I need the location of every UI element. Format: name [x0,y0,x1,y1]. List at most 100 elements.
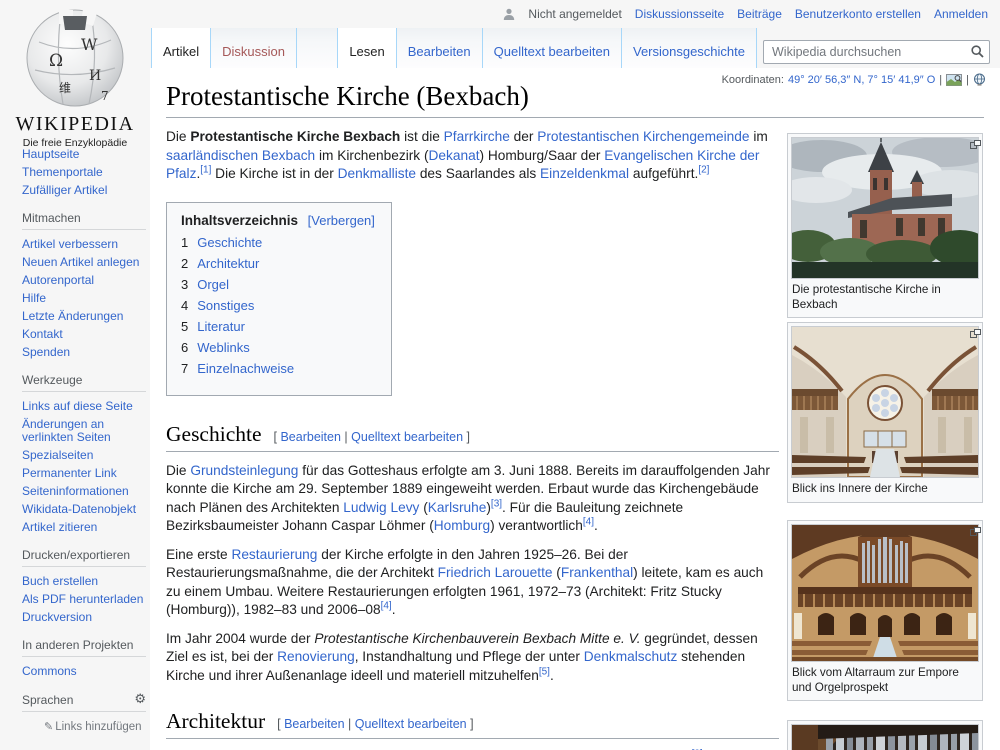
sidebar-link-commons[interactable]: Commons [22,664,77,678]
thumbnail-church-interior[interactable]: Blick ins Innere der Kirche [787,322,983,503]
sidebar-link-links-auf-diese-seite[interactable]: Links auf diese Seite [22,399,133,413]
sidebar-section-title-mitmachen: Mitmachen [22,211,146,230]
tab-versionsgeschichte[interactable]: Versionsgeschichte [621,28,757,68]
toc-toggle-button[interactable]: [Verbergen] [308,213,375,228]
sidebar-list: Commons [22,665,146,678]
article-link[interactable]: Grundsteinlegung [190,463,298,478]
search-icon[interactable] [971,45,984,58]
globe-icon[interactable] [973,73,986,86]
article-link[interactable]: Einzeldenkmal [540,166,629,181]
edit-source-link[interactable]: Quelltext bearbeiten [355,717,467,731]
sidebar-item: Artikel verbessern [22,238,146,251]
sidebar-link-artikel-zitieren[interactable]: Artikel zitieren [22,520,97,534]
reference-link[interactable]: [4] [381,600,392,611]
article-link[interactable]: Bexbach [262,148,315,163]
map-preview-icon[interactable] [946,74,962,86]
thumbnail-organ-pipes[interactable] [787,720,983,750]
toc-title: Inhaltsverzeichnis [181,213,298,228]
edit-source-link[interactable]: Quelltext bearbeiten [351,430,463,444]
sidebar-link-hilfe[interactable]: Hilfe [22,291,46,305]
article-link[interactable]: Frankenthal [561,565,633,580]
article-link[interactable]: Ludwig Levy [343,500,419,515]
sidebar-list: Artikel verbessern Neuen Artikel anlegen A… [22,238,146,359]
personal-link-beiträge[interactable]: Beiträge [737,7,782,21]
tab-artikel[interactable]: Artikel [151,28,210,68]
view-tabs: Lesen BearbeitenQuelltext bearbeitenVersi… [337,28,757,68]
toc-link-orgel[interactable]: Orgel [197,277,229,292]
section-title: Architektur [166,709,265,733]
svg-text:Ω: Ω [49,51,63,71]
search-input[interactable] [763,40,990,64]
toc-link-weblinks[interactable]: Weblinks [197,340,250,355]
sidebar-item: Seiteninformationen [22,485,146,498]
sidebar-link-seiteninformationen[interactable]: Seiteninformationen [22,484,129,498]
sidebar-section-label: In anderen Projekten [22,638,133,652]
personal-link-diskussionsseite[interactable]: Diskussionsseite [635,7,724,21]
article-link[interactable]: Denkmalschutz [584,649,678,664]
tab-quelltext-bearbeiten[interactable]: Quelltext bearbeiten [482,28,621,68]
sidebar-link-als-pdf-herunterladen[interactable]: Als PDF herunterladen [22,592,143,606]
toc-link-literatur[interactable]: Literatur [197,319,245,334]
article-link[interactable]: Homburg [434,518,490,533]
edit-link[interactable]: Bearbeiten [284,717,344,731]
tab-diskussion[interactable]: Diskussion [210,28,296,68]
enlarge-icon[interactable] [970,527,981,536]
sidebar-link-themenportale[interactable]: Themenportale [22,165,103,179]
sidebar-link-buch-erstellen[interactable]: Buch erstellen [22,574,98,588]
article-link[interactable]: Karlsruhe [428,500,487,515]
enlarge-icon[interactable] [970,140,981,149]
sidebar-link-spenden[interactable]: Spenden [22,345,70,359]
sidebar-link-hauptseite[interactable]: Hauptseite [22,147,79,161]
sidebar-link-wikidata-datenobjekt[interactable]: Wikidata-Datenobjekt [22,502,136,516]
personal-link-benutzerkonto-erstellen[interactable]: Benutzerkonto erstellen [795,7,921,21]
sidebar-link-kontakt[interactable]: Kontakt [22,327,63,341]
enlarge-icon[interactable] [970,329,981,338]
reference-link[interactable]: [3] [491,498,502,509]
reference-link[interactable]: [1] [200,164,211,175]
toc-item: 2Architektur [181,257,375,271]
settings-gear-icon[interactable]: ⚙ [134,692,146,707]
sidebar-link-spezialseiten[interactable]: Spezialseiten [22,448,93,462]
wikipedia-logo[interactable]: Ω W И 维 7 WIKIPEDIA Die freie Enzyklopäd… [0,4,150,149]
sidebar-link-permanenter-link[interactable]: Permanenter Link [22,466,117,480]
sidebar-section-title-drucken-exportieren: Drucken/exportieren [22,548,146,567]
reference-link[interactable]: [2] [698,164,709,175]
toc-link-einzelnachweise[interactable]: Einzelnachweise [197,361,294,376]
article-link[interactable]: Renovierung [277,649,355,664]
sidebar-link-änderungen-an-verlinkten-seiten[interactable]: Änderungen an verlinkten Seiten [22,417,111,444]
sidebar-link-autorenportal[interactable]: Autorenportal [22,273,94,287]
article-link[interactable]: saarländischen [166,148,258,163]
pencil-icon: ✎ [44,720,53,733]
reference-link[interactable]: [4] [583,516,594,527]
italic-text: Protestantische Kirchenbauverein Bexbach… [314,631,640,646]
tab-lesen[interactable]: Lesen [337,28,395,68]
article-link[interactable]: Protestantischen Kirchengemeinde [537,129,749,144]
article-link[interactable]: Denkmalliste [338,166,416,181]
sidebar-link-druckversion[interactable]: Druckversion [22,610,92,624]
sidebar-link-letzte-änderungen[interactable]: Letzte Änderungen [22,309,123,323]
thumbnail-church-exterior[interactable]: Die protestantische Kirche in Bexbach [787,133,983,318]
toc-link-architektur[interactable]: Architektur [197,256,259,271]
sidebar-link-neuen-artikel-anlegen[interactable]: Neuen Artikel anlegen [22,255,139,269]
sidebar-link-zufälliger-artikel[interactable]: Zufälliger Artikel [22,183,107,197]
svg-text:W: W [81,35,98,54]
add-links-button[interactable]: ✎Links hinzufügen [44,720,146,733]
sidebar-list: Buch erstellen Als PDF herunterladen Druck… [22,575,146,624]
toc-link-sonstiges[interactable]: Sonstiges [197,298,254,313]
toc-number: 5 [181,319,188,334]
reference-link[interactable]: [5] [539,666,550,677]
article-link[interactable]: Friedrich Larouette [438,565,553,580]
thumbnail-gallery-organ[interactable]: Blick vom Altarraum zur Empore und Orgel… [787,520,983,701]
personal-link-anmelden[interactable]: Anmelden [934,7,988,21]
sidebar-link-artikel-verbessern[interactable]: Artikel verbessern [22,237,118,251]
coordinates-link[interactable]: 49° 20′ 56,3″ N, 7° 15′ 41,9″ O [788,74,935,86]
sidebar-navigation: Hauptseite Themenportale Zufälliger Artike… [22,148,146,733]
tab-bearbeiten[interactable]: Bearbeiten [396,28,482,68]
edit-link[interactable]: Bearbeiten [280,430,340,444]
superscript: [4] [381,600,392,611]
article-link[interactable]: Dekanat [429,148,480,163]
article-link[interactable]: Pfarrkirche [444,129,510,144]
toc-link-geschichte[interactable]: Geschichte [197,235,262,250]
article-link[interactable]: Restaurierung [231,547,317,562]
tab-label: Lesen [349,44,384,59]
